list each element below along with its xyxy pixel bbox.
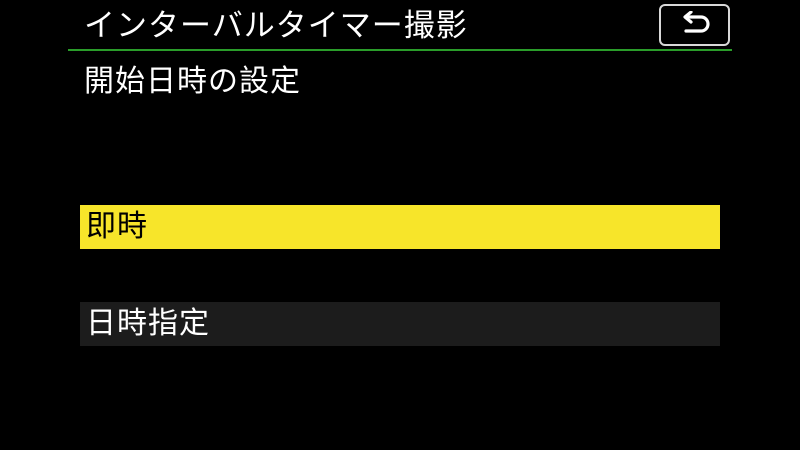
option-label: 即時 bbox=[86, 209, 148, 244]
option-specify-datetime[interactable]: 日時指定 bbox=[80, 302, 720, 346]
back-button[interactable] bbox=[659, 4, 730, 46]
option-immediate[interactable]: 即時 bbox=[80, 205, 720, 249]
return-arrow-icon bbox=[677, 11, 713, 39]
option-label: 日時指定 bbox=[86, 306, 210, 341]
screen-subtitle: 開始日時の設定 bbox=[84, 64, 301, 99]
menu-title: インターバルタイマー撮影 bbox=[84, 8, 468, 44]
header-divider bbox=[68, 49, 732, 51]
menu-header: インターバルタイマー撮影 bbox=[0, 0, 800, 51]
